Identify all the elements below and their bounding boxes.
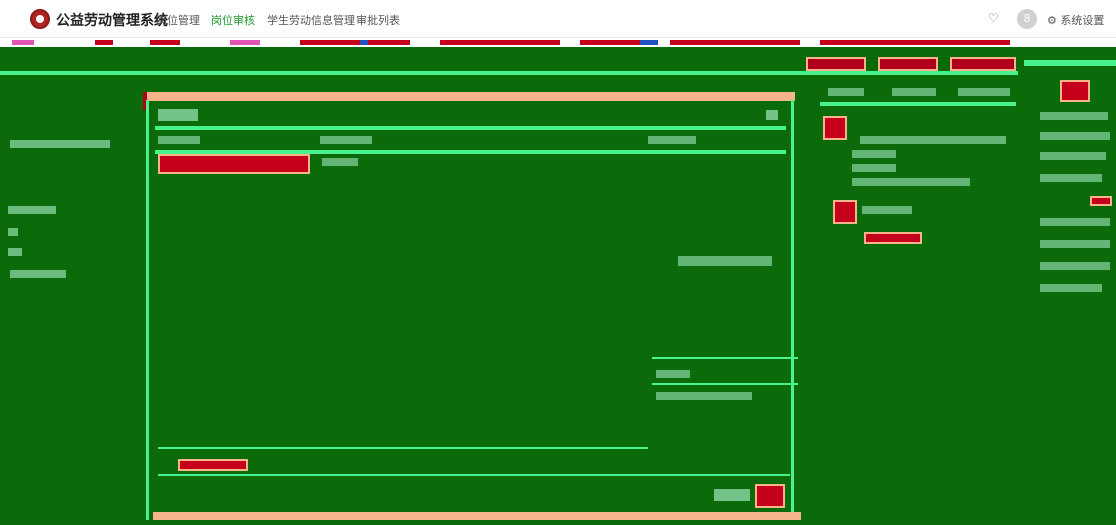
preview-avatar [823,116,847,140]
preview-tab[interactable] [958,88,1010,96]
info-value [656,392,752,400]
toolbar-glitch-segment [230,40,260,45]
toolbar-glitch-segment [440,40,560,45]
top-nav: 公益劳动管理系统 岗位管理 岗位审核 学生劳动信息管理 审批列表 ♡ 8 ⚙ 系… [0,0,1116,38]
sidebar-right-badge [1060,80,1090,102]
panel-border-right [791,100,794,520]
sidebar-item[interactable] [8,228,18,236]
right-col-line [1040,132,1110,140]
nav-item-post-review[interactable]: 岗位审核 [211,12,255,28]
selected-row-highlight[interactable] [158,154,310,174]
preview-line [860,136,1006,144]
empty-state-text [678,256,772,266]
tab-chip[interactable] [878,57,938,71]
table-column-header [158,136,200,144]
table-column-header [648,136,696,144]
sidebar-filter-label [10,140,110,148]
preview-tab[interactable] [828,88,864,96]
right-col-badge [1090,196,1112,206]
cancel-button[interactable] [714,489,750,501]
toolbar-glitch-segment [95,40,113,45]
settings-link[interactable]: ⚙ 系统设置 [1047,12,1104,28]
table-column-header [320,136,372,144]
sidebar-item[interactable] [10,270,66,278]
right-col-line [1040,262,1110,270]
nav-item-student-labor-info[interactable]: 学生劳动信息管理 [267,12,355,28]
right-col-line [1040,112,1108,120]
table-cell [322,158,358,166]
divider [0,71,1018,75]
right-col-line [1040,218,1110,226]
preview-button[interactable] [864,232,922,244]
nav-item-post-management[interactable]: 岗位管理 [156,12,200,28]
preview-line [852,164,896,172]
right-col-line [1040,152,1106,160]
info-label [656,370,690,378]
confirm-button[interactable] [755,484,785,508]
logo-icon [30,9,50,29]
right-col-line [1040,284,1102,292]
preview-line [852,178,970,186]
nav-item-approval-list[interactable]: 审批列表 [356,12,400,28]
toolbar-glitch-segment [820,40,1010,45]
toolbar-glitch-segment [640,40,658,45]
preview-avatar [833,200,857,224]
right-col-line [1040,240,1110,248]
close-icon[interactable] [766,110,778,120]
avatar[interactable]: 8 [1017,9,1037,29]
divider [158,474,790,476]
panel-title [158,109,198,121]
toolbar-glitch-segment [300,40,410,45]
sidebar-item[interactable] [8,248,22,256]
tab-chip[interactable] [950,57,1016,71]
toolbar-glitch-segment [580,40,640,45]
divider [158,447,648,449]
preview-line [852,150,896,158]
app-title: 公益劳动管理系统 [56,13,168,29]
panel-border-left [146,100,149,520]
toolbar-glitch-segment [150,40,180,45]
right-column-header [1024,60,1116,66]
toolbar-glitch-segment [360,40,368,45]
pagination-chip[interactable] [178,459,248,471]
divider [652,383,798,385]
right-col-line [1040,174,1102,182]
settings-label: 系统设置 [1060,14,1105,27]
toolbar-glitch-segment [670,40,800,45]
panel-top-edge [143,92,795,101]
bell-icon[interactable]: ♡ [988,11,999,25]
sidebar-item[interactable] [8,206,56,214]
table-header-line [155,126,786,130]
tab-chip[interactable] [806,57,866,71]
preview-line [862,206,912,214]
panel-bottom-edge [153,512,801,520]
divider [820,102,1016,106]
preview-tab[interactable] [892,88,936,96]
divider [652,357,798,359]
toolbar-glitch-segment [12,40,34,45]
gear-icon: ⚙ [1047,14,1057,27]
